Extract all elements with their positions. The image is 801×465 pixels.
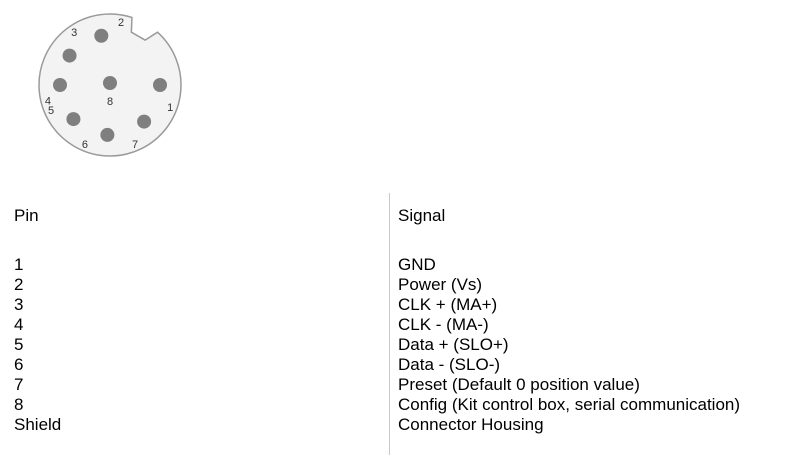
pin-label: 8 <box>14 395 24 414</box>
signal-label: CLK - (MA-) <box>398 315 489 334</box>
table-row: 2 Power (Vs) <box>0 275 801 295</box>
table-row: 5 Data + (SLO+) <box>0 335 801 355</box>
table-row: 8 Config (Kit control box, serial commun… <box>0 395 801 415</box>
pin-5-number: 5 <box>48 105 54 117</box>
signal-column-header: Signal <box>398 206 446 225</box>
pin-4-contact <box>53 78 67 92</box>
signal-label: GND <box>398 255 436 274</box>
pin-label: 3 <box>14 295 24 314</box>
table-row: Shield Connector Housing <box>0 415 801 435</box>
connector-face: 123456 78 <box>38 13 182 157</box>
pin-label: Shield <box>14 415 62 434</box>
signal-label: Connector Housing <box>398 415 544 434</box>
signal-label: Power (Vs) <box>398 275 483 294</box>
pin-8-contact <box>103 76 117 90</box>
pin-label: 4 <box>14 315 24 334</box>
table-row: 6 Data - (SLO-) <box>0 355 801 375</box>
pin-label: 1 <box>14 255 24 274</box>
connector-pinout-diagram: 12345678 <box>30 12 190 162</box>
pin-label: 5 <box>14 335 24 354</box>
pin-7-contact <box>137 114 152 129</box>
signal-label: Data + (SLO+) <box>398 335 509 354</box>
pin-6-number: 6 <box>82 139 88 151</box>
pin-1-contact <box>153 78 167 92</box>
pin-1-number: 1 <box>167 102 173 114</box>
pin-7-number: 7 <box>132 139 138 151</box>
pin-6-contact <box>100 127 115 142</box>
table-row: 7 Preset (Default 0 position value) <box>0 375 801 395</box>
pin-column-header: Pin <box>14 206 39 225</box>
pin-signal-table: 1 GND 2 Power (Vs) 3 CLK + (MA+) 4 CLK -… <box>0 255 801 435</box>
table-row: 4 CLK - (MA-) <box>0 315 801 335</box>
pin-label: 6 <box>14 355 24 374</box>
signal-label: Data - (SLO-) <box>398 355 501 374</box>
table-row: 1 GND <box>0 255 801 275</box>
signal-label: Config (Kit control box, serial communic… <box>398 395 741 414</box>
pin-label: 7 <box>14 375 24 394</box>
signal-label: Preset (Default 0 position value) <box>398 375 640 394</box>
pin-3-number: 3 <box>71 27 77 39</box>
signal-label: CLK + (MA+) <box>398 295 498 314</box>
pin-2-number: 2 <box>118 17 124 29</box>
pin-3-contact <box>62 48 77 63</box>
table-row: 3 CLK + (MA+) <box>0 295 801 315</box>
pin-2-contact <box>94 28 109 43</box>
pin-8-number: 8 <box>107 96 113 108</box>
pin-5-contact <box>66 112 81 127</box>
pin-label: 2 <box>14 275 24 294</box>
